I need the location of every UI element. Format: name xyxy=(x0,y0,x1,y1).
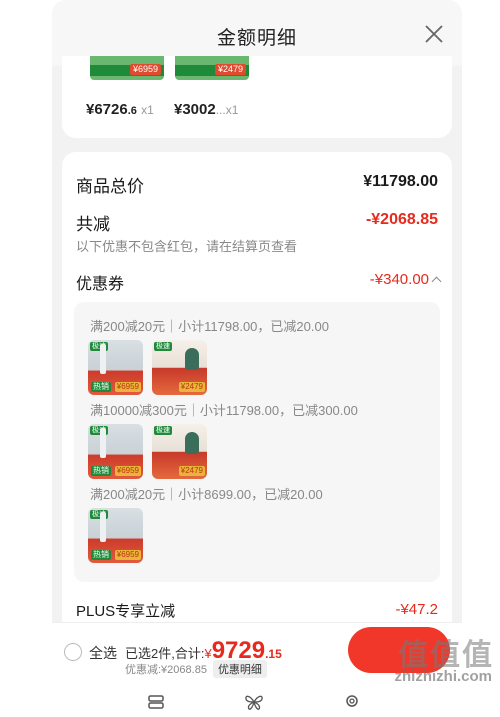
plus-discount-value: -¥47.2 xyxy=(395,601,438,618)
discount-note: 以下优惠不包含红包，请在结算页查看 xyxy=(76,239,298,254)
product-thumbnail[interactable]: ¥6959 xyxy=(90,56,164,80)
product-price: ¥6726.6 x1 xyxy=(86,101,154,118)
product-list-card: ¥6959 ¥2479 ¥6726.6 x1 ¥3002...x1 xyxy=(62,56,452,138)
amount-detail-sheet: 金额明细 ¥6959 ¥2479 ¥6726.6 x1 ¥3002...x1 商… xyxy=(52,0,462,717)
reduce-label: 共减 xyxy=(76,215,110,234)
select-all-label[interactable]: 全选 xyxy=(89,643,117,663)
product-price-tag: ¥2479 xyxy=(214,64,246,75)
reduce-value: -¥2068.85 xyxy=(365,211,438,228)
discount-summary: 优惠减:¥2068.85 优惠明细 xyxy=(125,660,267,678)
product-thumbnail[interactable]: 极速 热销 ¥6959 xyxy=(88,424,143,479)
chevron-up-icon xyxy=(431,276,442,286)
coupon-rule: 满10000减300元｜小计11798.00，已减300.00 xyxy=(90,403,358,418)
product-thumbnail[interactable]: 极速 ¥2479 xyxy=(152,340,207,395)
product-thumbnail[interactable]: 极速 热销 ¥6959 xyxy=(88,340,143,395)
sheet-title: 金额明细 xyxy=(216,28,297,49)
close-icon[interactable] xyxy=(424,24,444,44)
coupon-rule: 满200减20元｜小计11798.00，已减20.00 xyxy=(90,319,329,334)
product-price: ¥3002...x1 xyxy=(174,101,239,118)
gear-icon[interactable] xyxy=(343,692,361,710)
coupon-value: -¥340.00 xyxy=(369,271,429,288)
butterfly-icon[interactable] xyxy=(244,693,264,711)
product-qty: x1 xyxy=(141,103,154,117)
watermark-site: zhizhizhi.com xyxy=(394,668,493,685)
plus-discount-label: PLUS专享立减 xyxy=(76,603,176,620)
coupon-detail-box: 满200减20元｜小计11798.00，已减20.00 极速 热销 ¥6959 极… xyxy=(74,302,440,582)
product-thumbnail[interactable]: 极速 热销 ¥6959 xyxy=(88,508,143,563)
product-qty: x1 xyxy=(225,103,239,117)
coupon-rule: 满200减20元｜小计8699.00，已减20.00 xyxy=(90,487,323,502)
discount-detail-button[interactable]: 优惠明细 xyxy=(212,660,267,678)
coupon-label: 优惠券 xyxy=(76,276,125,293)
product-price-tag: ¥6959 xyxy=(129,64,161,75)
select-all-radio[interactable] xyxy=(64,643,82,661)
system-nav-bar xyxy=(0,680,500,717)
goods-total-value: ¥11798.00 xyxy=(363,173,438,190)
selected-prefix: 已选2件,合计: xyxy=(125,646,205,661)
menu-icon[interactable] xyxy=(147,694,165,710)
product-thumbnail[interactable]: ¥2479 xyxy=(175,56,249,80)
coupon-toggle[interactable]: -¥340.00 xyxy=(369,271,442,288)
goods-total-label: 商品总价 xyxy=(76,177,144,196)
product-thumbnail[interactable]: 极速 ¥2479 xyxy=(152,424,207,479)
